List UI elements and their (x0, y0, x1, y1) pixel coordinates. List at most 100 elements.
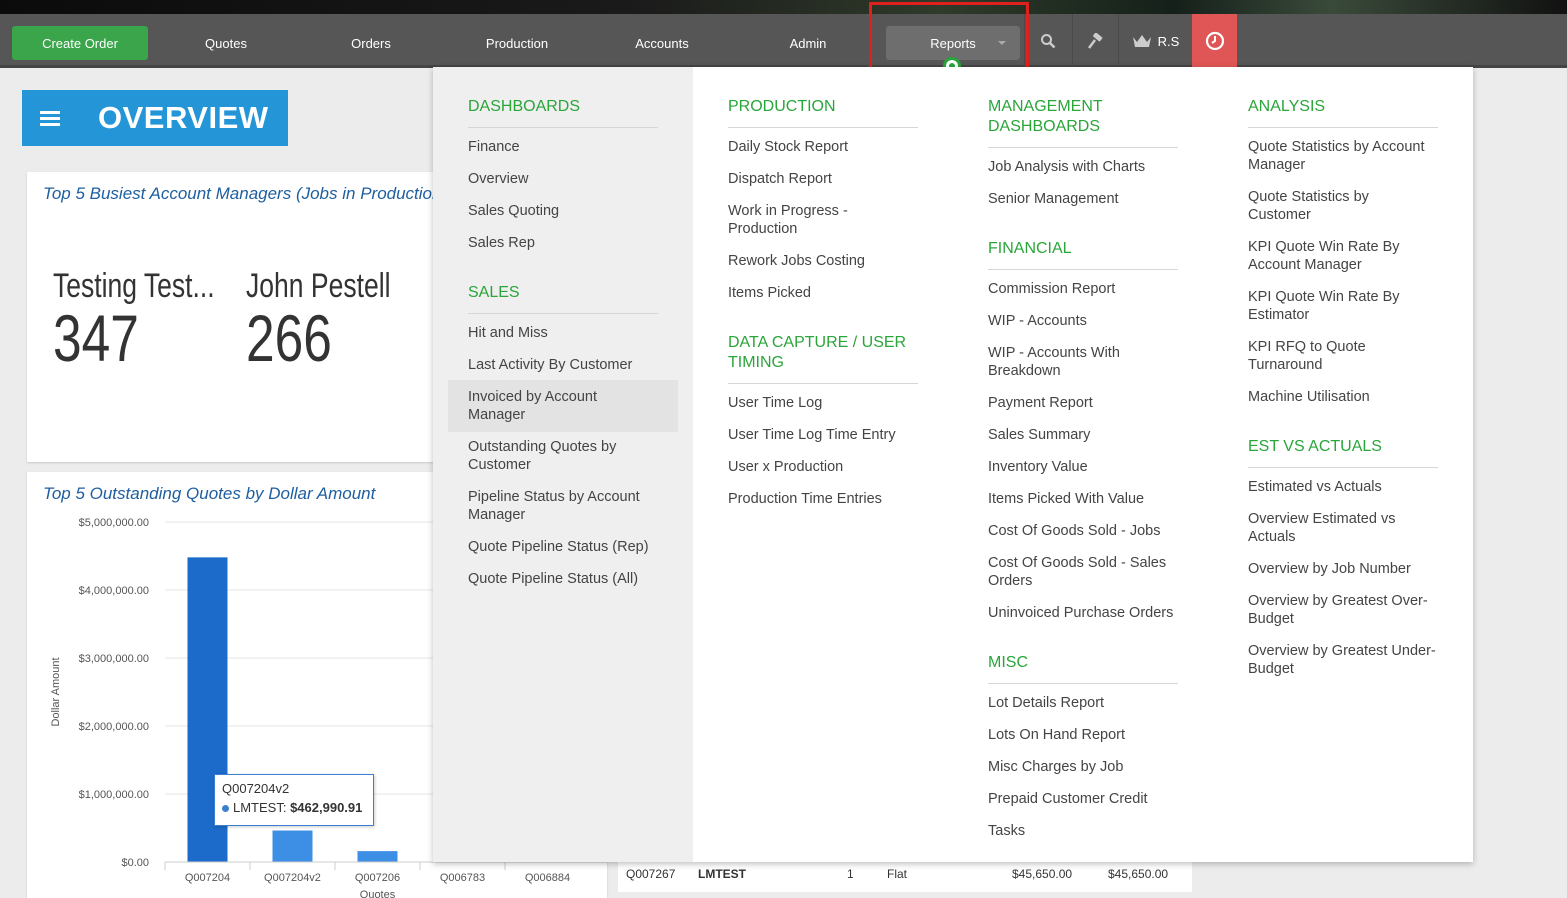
card-title: Top 5 Busiest Account Managers (Jobs in … (43, 184, 437, 203)
menu-item[interactable]: Overview (468, 170, 528, 188)
menu-item[interactable]: Items Picked (728, 284, 811, 302)
section-heading-est-vs-actuals: EST VS ACTUALS (1248, 438, 1382, 455)
table-row[interactable]: Q007267 LMTEST 1 Flat $45,650.00 $45,650… (618, 862, 1192, 892)
menu-item[interactable]: Hit and Miss (468, 324, 548, 342)
menu-item[interactable]: WIP - Accounts (988, 312, 1087, 330)
menu-item[interactable]: Quote Pipeline Status (All) (468, 570, 638, 588)
menu-item[interactable]: KPI RFQ to Quote Turnaround (1248, 338, 1398, 374)
y-tick-label: $3,000,000.00 (79, 653, 149, 665)
menu-item[interactable]: Overview Estimated vs Actuals (1248, 510, 1418, 546)
menu-item[interactable]: Dispatch Report (728, 170, 832, 188)
menu-item[interactable]: Overview by Greatest Under-Budget (1248, 642, 1443, 678)
menu-item[interactable]: Payment Report (988, 394, 1093, 412)
cell-qty: 1 (847, 867, 854, 881)
y-axis-label: Dollar Amount (50, 657, 62, 726)
tools-button[interactable] (1072, 14, 1118, 68)
cell-customer: LMTEST (698, 867, 746, 881)
menu-item[interactable]: Work in Progress - Production (728, 202, 878, 238)
tooltip-value-row: LMTEST: $462,990.91 (222, 800, 366, 815)
menu-item-hovered[interactable]: Invoiced by Account Manager (468, 388, 638, 424)
nav-quotes[interactable]: Quotes (166, 26, 286, 60)
menu-item[interactable]: Lots On Hand Report (988, 726, 1125, 744)
menu-item[interactable]: Prepaid Customer Credit (988, 790, 1148, 808)
section-heading-sales: SALES (468, 284, 520, 301)
section-heading-data-capture: DATA CAPTURE / USER TIMING (728, 334, 907, 371)
y-tick-label: $1,000,000.00 (79, 789, 149, 801)
divider (1248, 127, 1438, 128)
menu-item[interactable]: Uninvoiced Purchase Orders (988, 604, 1173, 622)
nav-accounts[interactable]: Accounts (602, 26, 722, 60)
menu-item[interactable]: Machine Utilisation (1248, 388, 1370, 406)
menu-item[interactable]: KPI Quote Win Rate By Estimator (1248, 288, 1418, 324)
menu-item[interactable]: Overview by Job Number (1248, 560, 1411, 578)
x-axis-label: Quotes (360, 889, 396, 898)
nav-reports-label: Reports (930, 35, 976, 51)
user-menu[interactable]: R.S (1118, 14, 1192, 68)
menu-item[interactable]: Finance (468, 138, 520, 156)
bar (357, 851, 398, 862)
nav-orders[interactable]: Orders (311, 26, 431, 60)
menu-item[interactable]: User Time Log Time Entry (728, 426, 896, 444)
divider (1248, 467, 1438, 468)
menu-item[interactable]: Commission Report (988, 280, 1115, 298)
section-heading-management: MANAGEMENT DASHBOARDS (988, 98, 1103, 135)
menu-item[interactable]: Sales Summary (988, 426, 1090, 444)
menu-item[interactable]: Job Analysis with Charts (988, 158, 1145, 176)
menu-item[interactable]: Items Picked With Value (988, 490, 1144, 508)
menu-item[interactable]: Lot Details Report (988, 694, 1104, 712)
search-button[interactable] (1024, 14, 1070, 68)
menu-item[interactable]: Quote Statistics by Customer (1248, 188, 1398, 224)
nav-reports[interactable]: Reports (886, 26, 1020, 60)
menu-item[interactable]: Cost Of Goods Sold - Jobs (988, 522, 1160, 540)
chart-tooltip: Q007204v2 LMTEST: $462,990.91 (214, 774, 374, 826)
menu-item[interactable]: Estimated vs Actuals (1248, 478, 1382, 496)
nav-admin[interactable]: Admin (748, 26, 868, 60)
menu-item[interactable]: Rework Jobs Costing (728, 252, 865, 270)
menu-item[interactable]: KPI Quote Win Rate By Account Manager (1248, 238, 1418, 274)
menu-item[interactable]: Daily Stock Report (728, 138, 848, 156)
divider (468, 127, 658, 128)
menu-item[interactable]: Last Activity By Customer (468, 356, 632, 374)
time-clock-button[interactable] (1192, 14, 1237, 68)
menu-item[interactable]: Sales Rep (468, 234, 535, 252)
y-tick-label: $5,000,000.00 (79, 517, 149, 529)
cell-amount: $45,650.00 (1012, 867, 1073, 881)
create-order-button[interactable]: Create Order (12, 26, 148, 60)
hamburger-menu-icon[interactable] (40, 108, 60, 129)
nav-production[interactable]: Production (457, 26, 577, 60)
x-tick-label: Q006884 (525, 872, 570, 884)
page-title: OVERVIEW (98, 100, 269, 135)
menu-item[interactable]: WIP - Accounts With Breakdown (988, 344, 1148, 380)
tooltip-value: $462,990.91 (290, 800, 363, 815)
menu-item[interactable]: Misc Charges by Job (988, 758, 1123, 776)
menu-item[interactable]: Pipeline Status by Account Manager (468, 488, 663, 524)
x-tick-label: Q007204v2 (264, 872, 321, 884)
menu-item[interactable]: User x Production (728, 458, 843, 476)
menu-item[interactable]: Sales Quoting (468, 202, 559, 220)
tooltip-quote: Q007204v2 (222, 781, 290, 796)
menu-item[interactable]: Quote Pipeline Status (Rep) (468, 538, 649, 556)
y-tick-label: $0.00 (121, 857, 149, 869)
menu-item[interactable]: Senior Management (988, 190, 1119, 208)
y-tick-label: $2,000,000.00 (79, 721, 149, 733)
menu-item[interactable]: Overview by Greatest Over-Budget (1248, 592, 1438, 628)
menu-item[interactable]: Production Time Entries (728, 490, 882, 508)
section-heading-analysis: ANALYSIS (1248, 98, 1326, 115)
section-heading-financial: FINANCIAL (988, 240, 1072, 257)
section-heading-misc: MISC (988, 654, 1028, 671)
divider (988, 269, 1178, 270)
menu-item[interactable]: Quote Statistics by Account Manager (1248, 138, 1448, 174)
hammer-icon (1088, 32, 1103, 49)
x-tick-label: Q007204 (185, 872, 230, 884)
menu-item[interactable]: User Time Log (728, 394, 822, 412)
menu-item[interactable]: Cost Of Goods Sold - Sales Orders (988, 554, 1178, 590)
cell-type: Flat (887, 867, 908, 881)
clock-icon (1205, 31, 1224, 51)
menu-item[interactable]: Outstanding Quotes by Customer (468, 438, 638, 474)
section-heading-production: PRODUCTION (728, 98, 836, 115)
menu-item[interactable]: Inventory Value (988, 458, 1088, 476)
bar (272, 830, 313, 862)
top-banner-strip (0, 0, 1567, 14)
menu-item[interactable]: Tasks (988, 822, 1025, 840)
crown-icon (1132, 35, 1151, 47)
